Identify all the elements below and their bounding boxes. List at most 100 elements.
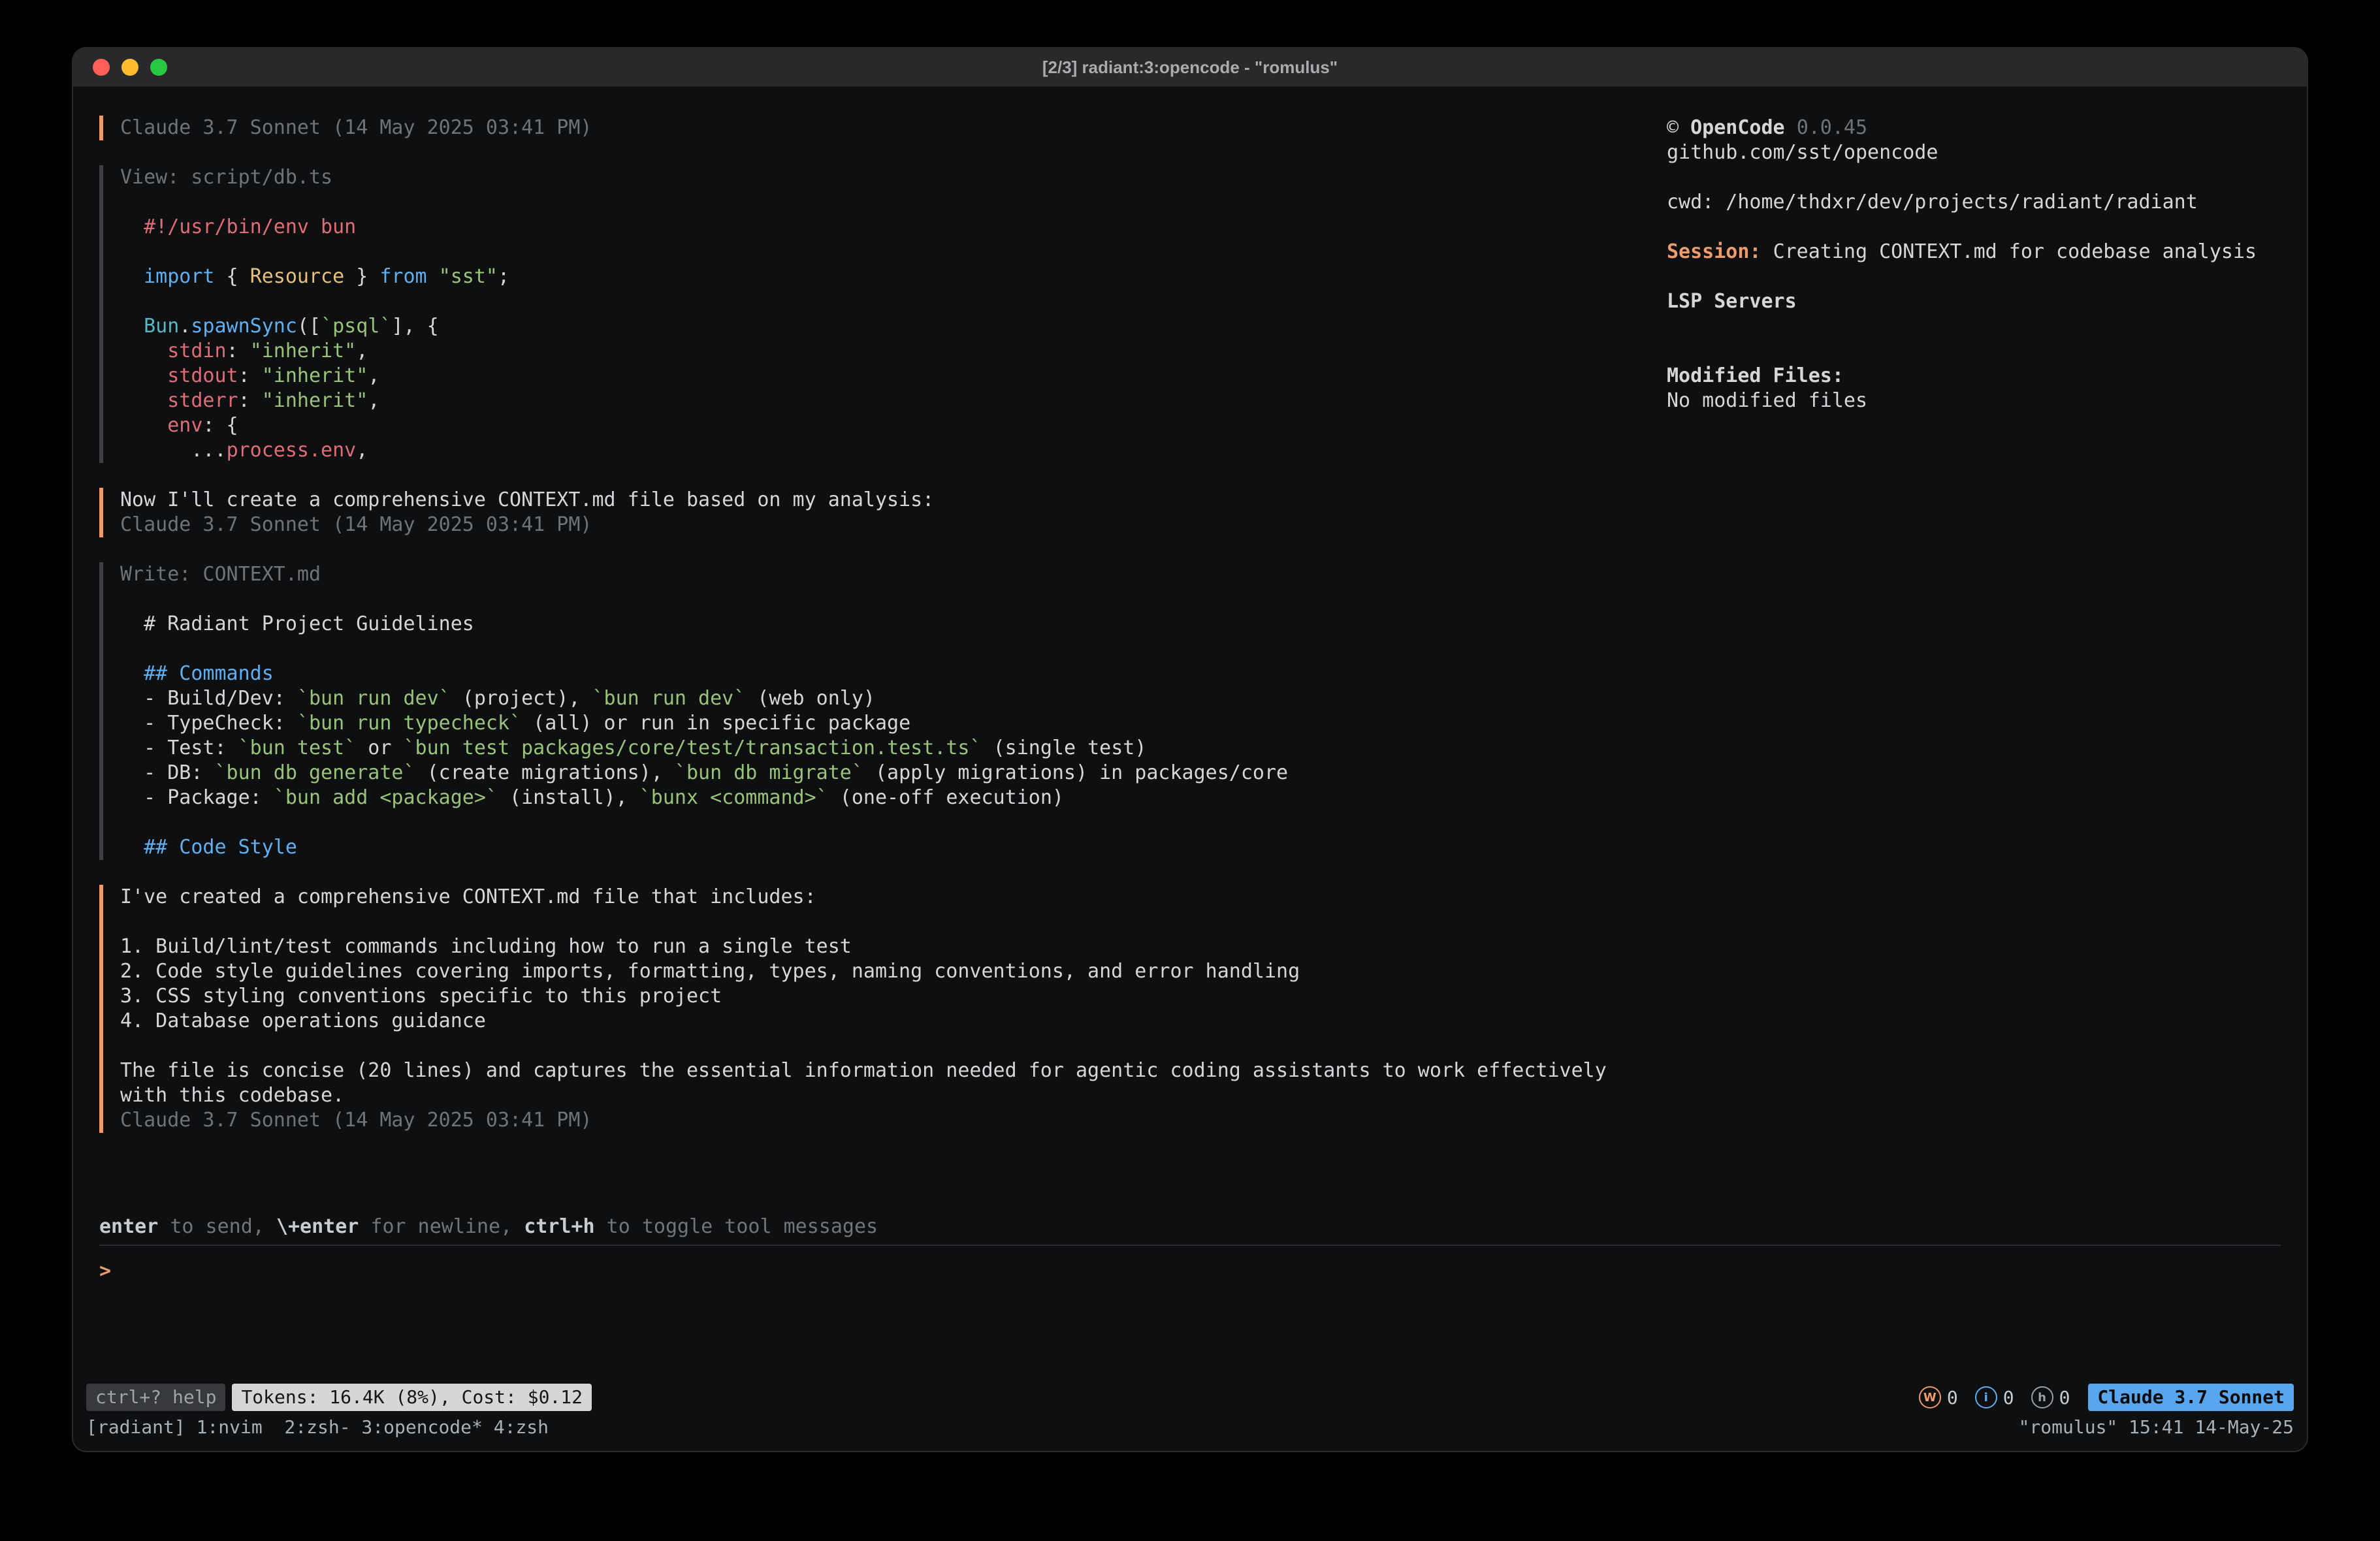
assistant-turn-header: Claude 3.7 Sonnet (14 May 2025 03:41 PM) — [99, 116, 1667, 140]
terminal-line: - DB: `bun db generate` (create migratio… — [120, 761, 1667, 786]
terminal-line: stderr: "inherit", — [120, 389, 1667, 413]
text-segment: - Build/Dev: — [120, 687, 297, 710]
text-segment: ], { — [391, 315, 438, 338]
terminal-line: 3. CSS styling conventions specific to t… — [120, 984, 1667, 1009]
app-brand: © OpenCode 0.0.45 — [1667, 116, 2281, 140]
terminal-line: with this codebase. — [120, 1083, 1667, 1108]
terminal-line — [120, 910, 1667, 934]
terminal-line: Bun.spawnSync([`psql`], { — [120, 314, 1667, 339]
lsp-servers-heading: LSP Servers — [1667, 289, 2281, 314]
copyright-icon: © — [1667, 116, 1679, 139]
info-indicator-icon: i — [1975, 1386, 1997, 1408]
message-input[interactable]: > — [99, 1259, 2281, 1284]
text-segment: Write: CONTEXT.md — [120, 563, 321, 586]
text-segment: `bun add <package>` — [274, 786, 498, 809]
text-segment: . — [179, 315, 191, 338]
input-divider — [99, 1245, 2281, 1246]
session-label: Session: — [1667, 240, 1761, 263]
text-segment: # Radiant Project Guidelines — [120, 612, 474, 635]
text-segment: "inherit" — [262, 364, 368, 387]
model-badge[interactable]: Claude 3.7 Sonnet — [2088, 1384, 2294, 1411]
text-segment — [120, 662, 144, 685]
text-segment: "inherit" — [262, 389, 368, 412]
text-segment — [120, 265, 144, 288]
text-segment: ## Code Style — [144, 836, 297, 859]
text-segment: (create migrations), — [415, 761, 675, 784]
text-segment: process.env — [227, 439, 357, 462]
repo-link[interactable]: github.com/sst/opencode — [1667, 140, 2281, 165]
chat-area: Claude 3.7 Sonnet (14 May 2025 03:41 PM)… — [73, 87, 1667, 1215]
terminal-line — [120, 289, 1667, 314]
text-segment: ([ — [297, 315, 321, 338]
terminal-line — [120, 587, 1667, 612]
terminal-line: Claude 3.7 Sonnet (14 May 2025 03:41 PM) — [120, 116, 1667, 140]
terminal-line — [120, 810, 1667, 835]
terminal-line: 2. Code style guidelines covering import… — [120, 959, 1667, 984]
text-segment: , — [368, 389, 379, 412]
text-segment: 3. CSS styling conventions specific to t… — [120, 985, 722, 1008]
session-info: Session: Creating CONTEXT.md for codebas… — [1667, 240, 2281, 264]
terminal-line: # Radiant Project Guidelines — [120, 612, 1667, 637]
hint-text: to toggle tool messages — [595, 1215, 878, 1238]
text-segment: , — [356, 439, 368, 462]
modified-files-empty: No modified files — [1667, 389, 2281, 413]
text-segment — [120, 340, 167, 362]
text-segment: `bun db migrate` — [675, 761, 863, 784]
text-segment: Claude 3.7 Sonnet (14 May 2025 03:41 PM) — [120, 1109, 592, 1132]
terminal-line — [120, 240, 1667, 264]
modified-files-heading: Modified Files: — [1667, 364, 2281, 389]
text-segment: stdout — [167, 364, 238, 387]
text-segment: import — [144, 265, 214, 288]
input-space[interactable] — [73, 1284, 2307, 1382]
text-segment: "inherit" — [250, 340, 357, 362]
terminal-line: env: { — [120, 413, 1667, 438]
text-segment: (apply migrations) in packages/core — [863, 761, 1288, 784]
warning-indicator: W0 — [1919, 1386, 1958, 1408]
text-segment: : — [227, 340, 250, 362]
text-segment: `bun db generate` — [215, 761, 415, 784]
text-segment: : — [238, 364, 262, 387]
hint-text: to send, — [158, 1215, 276, 1238]
terminal-line: ## Commands — [120, 661, 1667, 686]
terminal-line — [120, 637, 1667, 661]
text-segment: from — [379, 265, 426, 288]
text-segment: ; — [498, 265, 509, 288]
tmux-window-list[interactable]: [radiant] 1:nvim 2:zsh- 3:opencode* 4:zs… — [86, 1414, 549, 1440]
text-segment: - DB: — [120, 761, 215, 784]
text-segment: Claude 3.7 Sonnet (14 May 2025 03:41 PM) — [120, 116, 592, 139]
hint-keybinding: \+enter — [276, 1215, 359, 1238]
terminal-line: ...process.env, — [120, 438, 1667, 463]
zoom-button[interactable] — [150, 59, 167, 76]
terminal-content: Claude 3.7 Sonnet (14 May 2025 03:41 PM)… — [73, 87, 2307, 1451]
diagnostics: W0i0h0 — [1919, 1386, 2070, 1408]
text-segment: or — [356, 737, 403, 759]
terminal-line: The file is concise (20 lines) and captu… — [120, 1058, 1667, 1083]
hint-keybinding: ctrl+h — [524, 1215, 594, 1238]
text-segment: ... — [120, 439, 227, 462]
text-segment: `psql` — [321, 315, 391, 338]
terminal-line: Claude 3.7 Sonnet (14 May 2025 03:41 PM) — [120, 1108, 1667, 1133]
window-titlebar: [2/3] radiant:3:opencode - "romulus" — [73, 48, 2307, 87]
text-segment: { — [215, 265, 250, 288]
help-badge[interactable]: ctrl+? help — [86, 1384, 225, 1411]
text-segment: stderr — [167, 389, 238, 412]
text-segment — [120, 364, 167, 387]
text-segment: Claude 3.7 Sonnet (14 May 2025 03:41 PM) — [120, 513, 592, 536]
traffic-lights — [93, 59, 167, 76]
sidebar: © OpenCode 0.0.45 github.com/sst/opencod… — [1667, 87, 2307, 1215]
app-version: 0.0.45 — [1797, 116, 1867, 139]
text-segment: ## Commands — [144, 662, 274, 685]
text-segment: `bun run dev` — [592, 687, 746, 710]
terminal-line: ## Code Style — [120, 835, 1667, 860]
cwd-path: cwd: /home/thdxr/dev/projects/radiant/ra… — [1667, 190, 2281, 215]
desktop: [2/3] radiant:3:opencode - "romulus" Cla… — [0, 0, 2380, 1541]
terminal-line: Write: CONTEXT.md — [120, 562, 1667, 587]
text-segment — [120, 315, 144, 338]
terminal-line: - Build/Dev: `bun run dev` (project), `b… — [120, 686, 1667, 711]
terminal-line: I've created a comprehensive CONTEXT.md … — [120, 885, 1667, 910]
close-button[interactable] — [93, 59, 110, 76]
text-segment: #!/usr/bin/env bun — [144, 215, 356, 238]
status-bar: ctrl+? help Tokens: 16.4K (8%), Cost: $0… — [73, 1382, 2307, 1413]
minimize-button[interactable] — [121, 59, 138, 76]
text-segment: The file is concise (20 lines) and captu… — [120, 1059, 1607, 1082]
